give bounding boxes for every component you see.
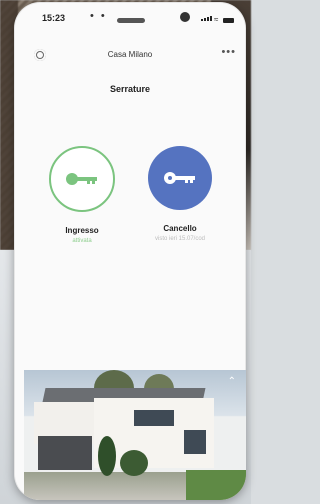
lock-card-ingresso[interactable]: Ingresso attivata: [46, 146, 118, 244]
speaker-grille: [117, 18, 145, 23]
lock-card-cancello[interactable]: Cancello visto ieri 15.07/cod: [144, 146, 216, 242]
lock-button-cancello[interactable]: [148, 146, 212, 210]
key-icon: [164, 172, 195, 184]
notch-dots: • •: [90, 10, 107, 22]
page-title: Casa Milano: [107, 50, 153, 59]
house-window: [184, 430, 206, 454]
section-title: Serrature: [109, 84, 151, 94]
camera-icon: [180, 12, 190, 22]
battery-icon: [223, 18, 234, 23]
house-window: [134, 410, 174, 426]
status-bar: 15:23 • • ≈: [14, 2, 246, 30]
signal-icon: [201, 16, 212, 21]
shrub: [120, 450, 148, 476]
lock-status: visto ieri 15.07/cod: [154, 236, 206, 242]
more-icon[interactable]: •••: [221, 46, 236, 58]
wifi-icon: ≈: [214, 15, 219, 24]
lock-name: Cancello: [163, 224, 197, 233]
phone-screen: 15:23 • • ≈ Casa Milano ••• Serrature In…: [14, 2, 246, 500]
garage-door: [38, 436, 92, 470]
chevron-up-icon[interactable]: ⌃: [228, 376, 236, 387]
status-time: 15:23: [42, 13, 66, 23]
lawn: [186, 470, 246, 500]
topiary: [98, 436, 116, 476]
lock-name: Ingresso: [65, 226, 99, 235]
app-header: Casa Milano •••: [14, 46, 246, 66]
lock-status: attivata: [72, 238, 92, 244]
key-icon: [66, 173, 97, 185]
lock-button-ingresso[interactable]: [49, 146, 115, 212]
house-photo[interactable]: ⌃: [24, 370, 246, 500]
